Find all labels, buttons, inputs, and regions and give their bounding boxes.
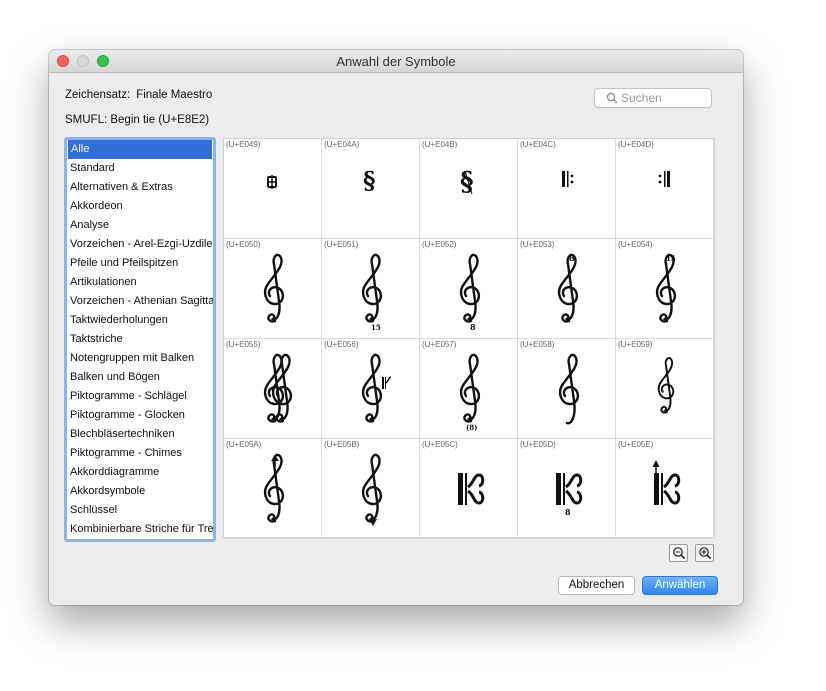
category-list[interactable]: Alle Standard Alternativen & Extras Akkorde… [64, 137, 216, 542]
category-item[interactable]: Alle [68, 140, 212, 159]
g-clef-8va-icon: 8 [557, 253, 579, 323]
select-button[interactable]: Anwählen [642, 576, 718, 595]
symbol-cell[interactable]: (U+E052) 8 [420, 239, 518, 339]
symbol-cell[interactable]: (U+E059) [616, 339, 714, 439]
symbol-cell[interactable]: (U+E057) (8) [420, 339, 518, 439]
category-item[interactable]: Analyse [67, 216, 213, 235]
g-clef-icon [263, 253, 285, 323]
category-item[interactable]: Piktogramme - Schlägel [67, 387, 213, 406]
cancel-button[interactable]: Abbrechen [558, 576, 635, 595]
category-item[interactable]: Kombinierbare Striche für Tremolo [67, 520, 213, 539]
symbol-cell[interactable]: (U+E04D) [616, 139, 714, 239]
category-item[interactable]: Blechbläsertechniken [67, 425, 213, 444]
font-label: Zeichensatz: [65, 89, 131, 101]
zoom-out-icon [673, 547, 686, 560]
g-clef-ligature-icon [558, 353, 580, 425]
g-clef-arrow-up-icon [263, 453, 285, 523]
category-item[interactable]: Akkorddiagramme [67, 463, 213, 482]
g-clef-15mb-icon: 15 [361, 253, 383, 332]
svg-text:15: 15 [371, 323, 381, 332]
symbol-cell[interactable]: (U+E05A) [224, 439, 322, 539]
g-clef-15ma-icon: 15 [655, 253, 677, 323]
category-item[interactable]: Alternativen & Extras [67, 178, 213, 197]
segno-variant-icon [267, 175, 277, 189]
category-item[interactable]: Balken und Bögen [67, 368, 213, 387]
font-name: Finale Maestro [136, 89, 213, 101]
category-item[interactable]: Piktogramme - Glocken [67, 406, 213, 425]
svg-text:15: 15 [666, 254, 676, 263]
symbol-cell[interactable]: (U+E04C) [518, 139, 616, 239]
category-item[interactable]: Vorzeichen - Athenian Sagittal [67, 292, 213, 311]
c-clef-icon [458, 473, 485, 505]
search-icon [606, 92, 618, 104]
svg-text:8: 8 [470, 322, 476, 332]
zoom-out-button[interactable] [669, 544, 688, 562]
category-item[interactable]: Standard [67, 159, 213, 178]
symbol-cell[interactable]: (U+E051) 15 [322, 239, 420, 339]
symbol-cell[interactable]: (U+E05E) [616, 439, 714, 539]
symbol-cell[interactable]: (U+E053) 8 [518, 239, 616, 339]
category-item[interactable]: Akkordsymbole [67, 482, 213, 501]
segno-serpent-icon: § [460, 167, 474, 197]
svg-text:(8): (8) [466, 423, 478, 432]
symbol-cell[interactable]: (U+E04B) § [420, 139, 518, 239]
symbol-cell[interactable]: (U+E05B) [322, 439, 420, 539]
font-row: Zeichensatz: Finale Maestro [65, 89, 212, 101]
symbol-cell[interactable]: (U+E05C) [420, 439, 518, 539]
c-clef-arrow-up-icon [652, 460, 681, 505]
symbol-cell[interactable]: (U+E058) [518, 339, 616, 439]
category-item[interactable]: Schlüssel [67, 501, 213, 520]
svg-text:8: 8 [569, 253, 575, 263]
symbol-cell[interactable]: (U+E049) [224, 139, 322, 239]
category-item[interactable]: Pfeile und Pfeilspitzen [67, 254, 213, 273]
symbol-cell[interactable]: (U+E05D) 8 [518, 439, 616, 539]
symbol-cell[interactable]: (U+E056) [322, 339, 420, 439]
symbol-cell[interactable]: (U+E054) 15 [616, 239, 714, 339]
title-bar: Anwahl der Symbole [49, 50, 743, 73]
repeat-right-icon [658, 171, 670, 187]
g-clef-8vb-icon: 8 [459, 253, 481, 332]
symbol-selection-dialog: Anwahl der Symbole Zeichensatz: Finale Ma… [49, 50, 743, 605]
zoom-in-button[interactable] [695, 544, 714, 562]
search-field[interactable] [594, 88, 712, 108]
g-clef-arrow-down-icon [361, 453, 383, 526]
category-item[interactable]: Vorzeichen - Arel-Ezgi-Uzdilek [67, 235, 213, 254]
symbol-cell[interactable]: (U+E055) [224, 339, 322, 439]
symbol-grid[interactable]: (U+E049) (U+E04A) § (U+E04B) § (U+E04C) (U+E04… [223, 138, 715, 539]
search-input[interactable] [621, 91, 707, 105]
symbol-cell[interactable]: (U+E04A) § [322, 139, 420, 239]
symbol-cell[interactable]: (U+E050) [224, 239, 322, 339]
category-item[interactable]: Piktogramme - Chimes [67, 444, 213, 463]
category-item[interactable]: Taktwiederholungen [67, 311, 213, 330]
category-item[interactable]: Akkordeon [67, 197, 213, 216]
zoom-in-icon [699, 547, 712, 560]
g-clef-8vb-cclef-icon [361, 353, 392, 423]
g-clef-8vb-old-icon [263, 353, 293, 423]
svg-text:8: 8 [565, 507, 571, 517]
g-clef-small-icon [657, 357, 675, 414]
repeat-left-icon [562, 171, 574, 187]
smufl-label: SMUFL: Begin tie (U+E8E2) [65, 114, 210, 126]
c-clef-8vb-icon: 8 [556, 473, 583, 517]
svg-text:§: § [363, 166, 376, 195]
category-item[interactable]: Taktstriche [67, 330, 213, 349]
category-item[interactable]: Artikulationen [67, 273, 213, 292]
g-clef-8vb-parens-icon: (8) [459, 353, 481, 432]
segno-icon: § [363, 166, 376, 195]
window-title: Anwahl der Symbole [336, 54, 456, 69]
category-item[interactable]: Notengruppen mit Balken [67, 349, 213, 368]
